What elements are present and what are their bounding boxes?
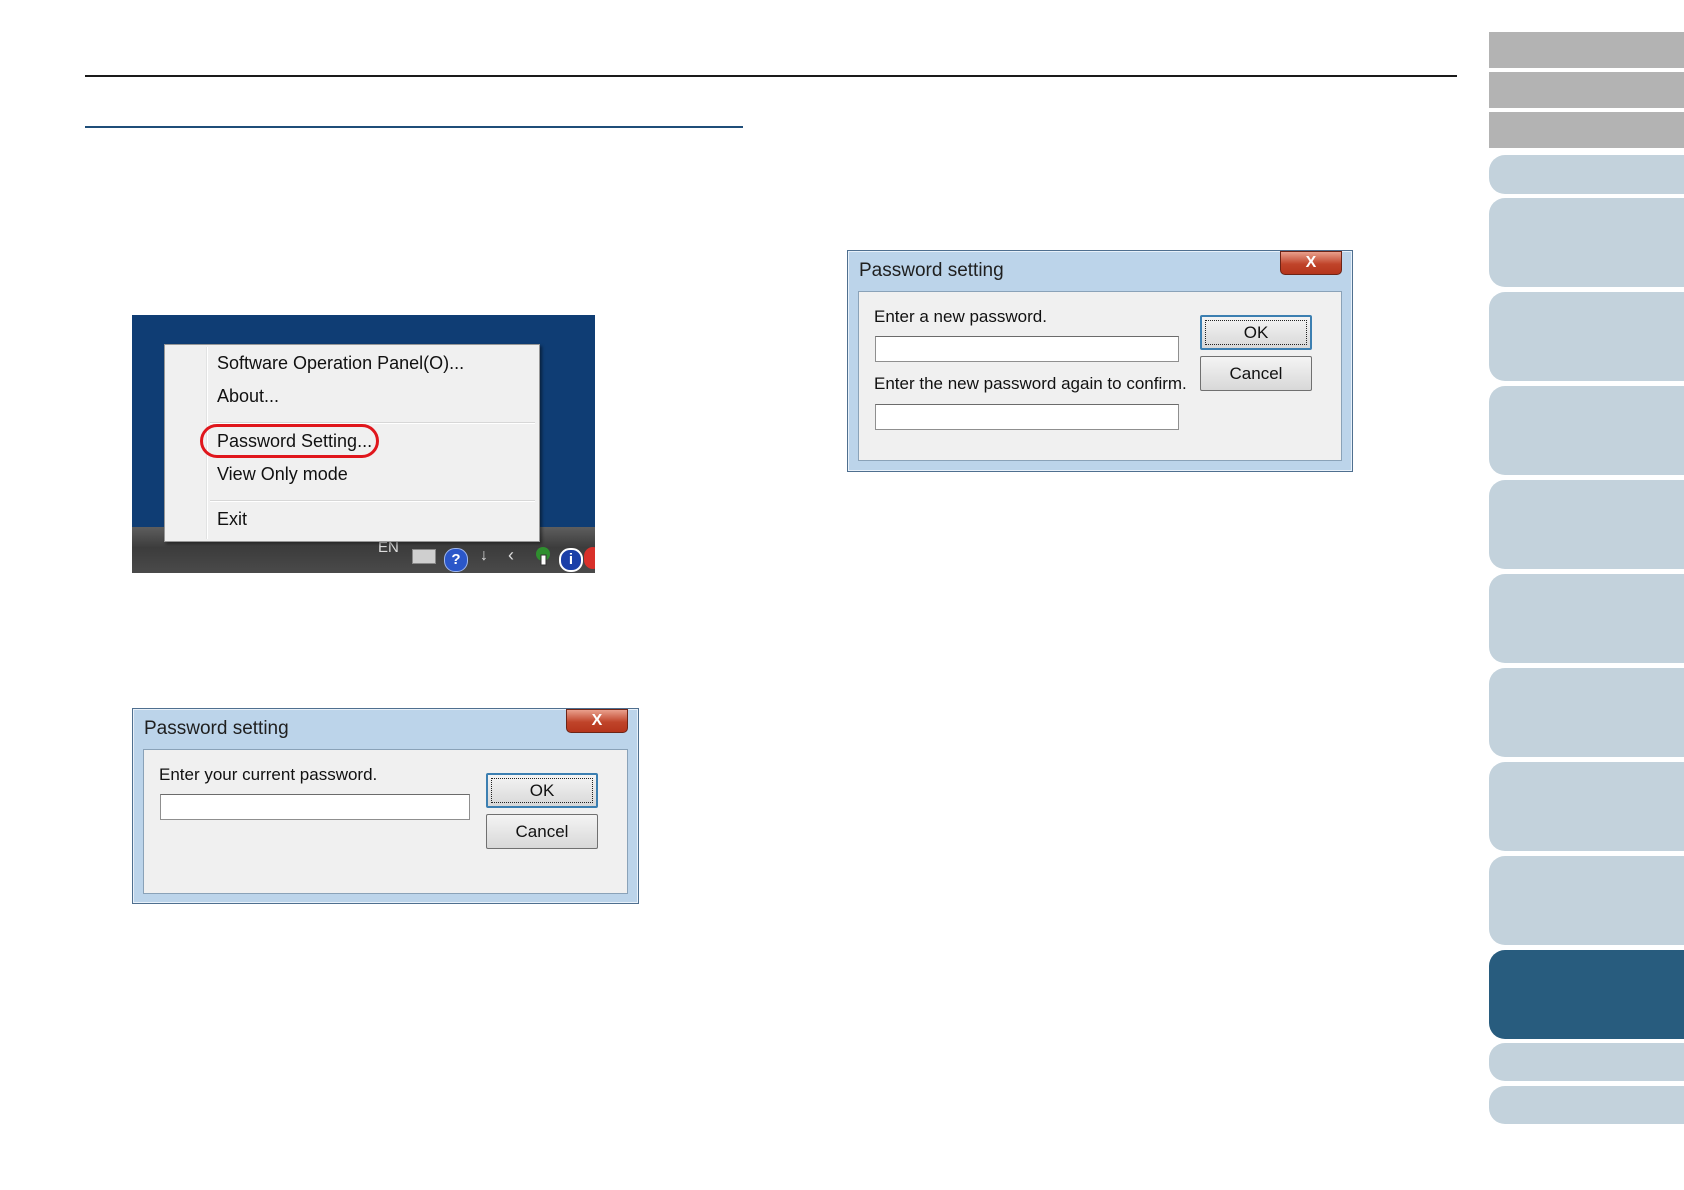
close-icon: X — [591, 712, 603, 729]
cancel-button[interactable]: Cancel — [486, 814, 598, 849]
ok-button[interactable]: OK — [1200, 315, 1312, 350]
sidebar-tab-9[interactable] — [1489, 574, 1684, 663]
sidebar-tab-13[interactable] — [1489, 1043, 1684, 1081]
dialog-body: Enter a new password. Enter the new pass… — [858, 291, 1342, 461]
ok-button-label: OK — [491, 778, 593, 803]
sidebar-tab-5[interactable] — [1489, 198, 1684, 287]
sidebar-tab-8[interactable] — [1489, 480, 1684, 569]
info-icon: i — [559, 548, 583, 572]
current-password-dialog: Password setting X Enter your current pa… — [132, 708, 639, 904]
sidebar-tab-4[interactable] — [1489, 155, 1684, 194]
current-password-label: Enter your current password. — [159, 765, 378, 784]
context-menu-screenshot: EN ? ↓ ‹ i Software Operation Panel(O)..… — [132, 315, 595, 573]
ok-button-label: OK — [1205, 320, 1307, 345]
sidebar-tab-10[interactable] — [1489, 668, 1684, 757]
ok-button[interactable]: OK — [486, 773, 598, 808]
sidebar-tab-14[interactable] — [1489, 1086, 1684, 1124]
sidebar-tab-6[interactable] — [1489, 292, 1684, 381]
new-password-label: Enter a new password. — [874, 307, 1047, 326]
sidebar-tab-11[interactable] — [1489, 762, 1684, 851]
menu-item-software-operation-panel[interactable]: Software Operation Panel(O)... — [217, 353, 464, 374]
menu-separator — [210, 500, 535, 502]
cancel-button[interactable]: Cancel — [1200, 356, 1312, 391]
sidebar-tab-2[interactable] — [1489, 72, 1684, 108]
new-password-input[interactable] — [875, 336, 1179, 362]
dialog-body: Enter your current password. OK Cancel — [143, 749, 628, 894]
sidebar-tab-3[interactable] — [1489, 112, 1684, 148]
menu-item-password-setting[interactable]: Password Setting... — [217, 431, 372, 452]
tray-app-icon — [584, 547, 595, 569]
menu-item-exit[interactable]: Exit — [217, 509, 247, 530]
chevron-left-icon: ‹ — [508, 545, 514, 565]
close-button[interactable]: X — [566, 709, 628, 733]
section-heading-rule — [85, 126, 743, 128]
dialog-title: Password setting — [859, 260, 1004, 281]
header-rule — [85, 75, 1457, 77]
sidebar-tab-active[interactable] — [1489, 950, 1684, 1039]
dialog-title: Password setting — [144, 718, 289, 739]
tray-arrow-icon: ↓ — [480, 547, 488, 564]
sidebar-tab-7[interactable] — [1489, 386, 1684, 475]
sidebar-tab-1[interactable] — [1489, 32, 1684, 68]
menu-item-about[interactable]: About... — [217, 386, 279, 407]
close-button[interactable]: X — [1280, 251, 1342, 275]
new-password-dialog: Password setting X Enter a new password.… — [847, 250, 1353, 472]
keyboard-icon — [412, 549, 436, 564]
scanner-tray-icon[interactable] — [532, 545, 554, 567]
context-menu: Software Operation Panel(O)... About... … — [164, 344, 540, 542]
sidebar-tab-12[interactable] — [1489, 856, 1684, 945]
confirm-password-label: Enter the new password again to confirm. — [874, 374, 1187, 393]
current-password-input[interactable] — [160, 794, 470, 820]
help-icon: ? — [444, 548, 468, 572]
menu-item-view-only-mode[interactable]: View Only mode — [217, 464, 348, 485]
confirm-password-input[interactable] — [875, 404, 1179, 430]
close-icon: X — [1305, 254, 1317, 271]
